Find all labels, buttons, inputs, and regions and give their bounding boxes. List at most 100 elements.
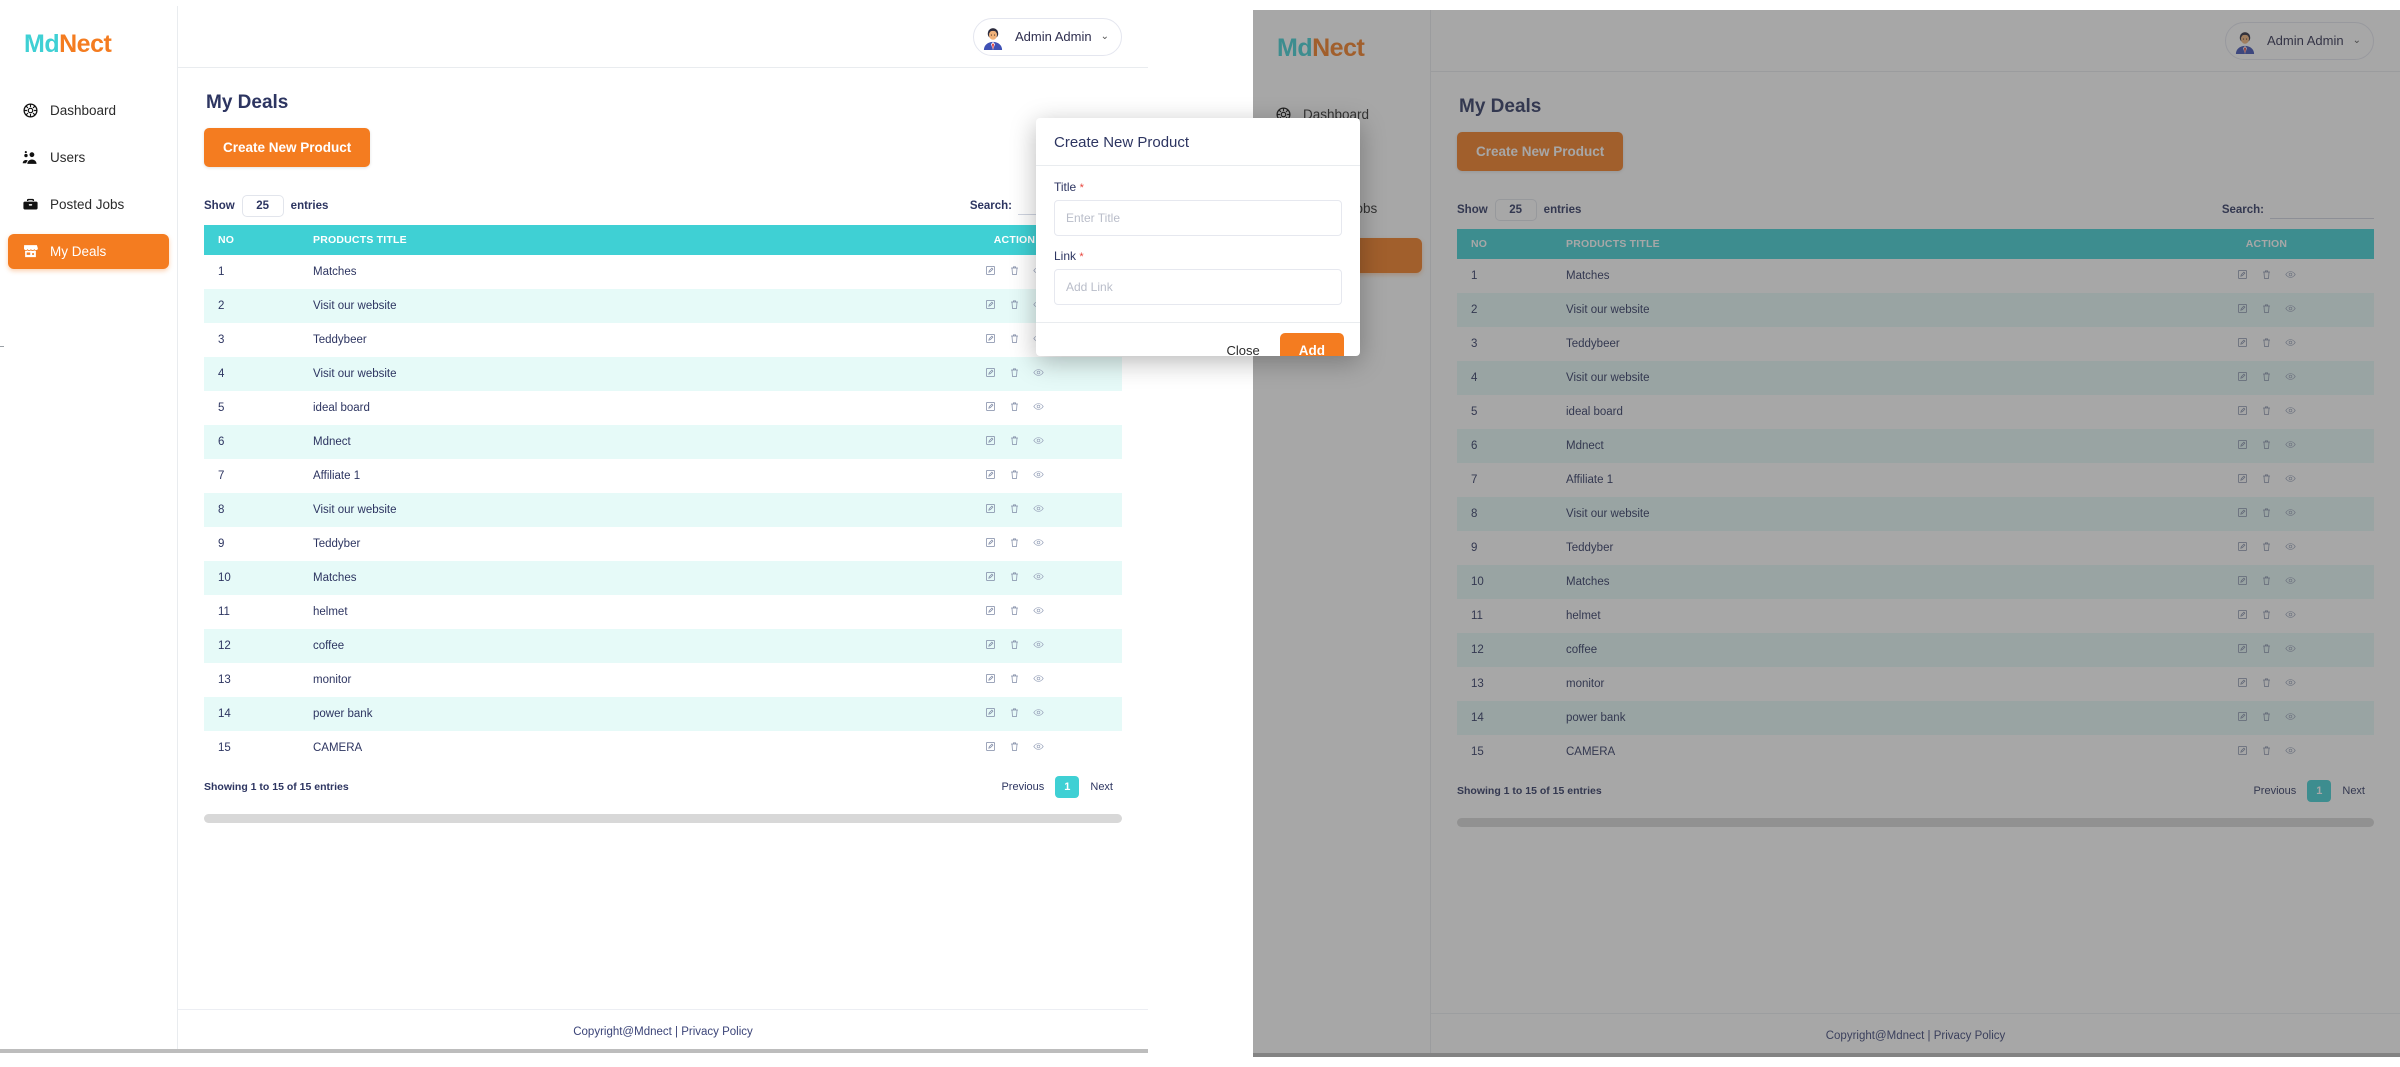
sidebar-item-users[interactable]: Users [8, 140, 169, 175]
pagination-page-1[interactable]: 1 [1055, 776, 1079, 798]
trash-icon[interactable] [1009, 469, 1020, 480]
trash-icon[interactable] [1009, 639, 1020, 650]
trash-icon[interactable] [1009, 537, 1020, 548]
table-row[interactable]: 1Matches [204, 255, 1122, 289]
edit-icon[interactable] [985, 367, 996, 378]
eye-icon[interactable] [1033, 605, 1044, 616]
cell-no: 10 [204, 561, 299, 595]
cell-title: Matches [299, 561, 907, 595]
table-row[interactable]: 14power bank [204, 697, 1122, 731]
column-header-no[interactable]: NO [204, 225, 299, 255]
edit-icon[interactable] [985, 605, 996, 616]
horizontal-scrollbar[interactable] [204, 814, 1122, 823]
table-row[interactable]: 5ideal board [204, 391, 1122, 425]
user-menu[interactable]: Admin Admin ⌄ [973, 18, 1122, 56]
sidebar-nav: Dashboard Users Posted Jobs [0, 93, 177, 269]
brand-logo[interactable]: MdNect [0, 24, 177, 57]
edit-icon[interactable] [985, 469, 996, 480]
pagination-previous[interactable]: Previous [992, 776, 1053, 798]
eye-icon[interactable] [1033, 503, 1044, 514]
edit-icon[interactable] [985, 503, 996, 514]
table-row[interactable]: 6Mdnect [204, 425, 1122, 459]
eye-icon[interactable] [1033, 741, 1044, 752]
trash-icon[interactable] [1009, 367, 1020, 378]
modal-backdrop[interactable] [1253, 10, 2400, 1057]
add-button[interactable]: Add [1280, 333, 1344, 356]
trash-icon[interactable] [1009, 299, 1020, 310]
action-icon-group [985, 401, 1044, 412]
link-input[interactable] [1054, 269, 1342, 305]
cell-no: 2 [204, 289, 299, 323]
eye-icon[interactable] [1033, 401, 1044, 412]
column-header-products-title[interactable]: PRODUCTS TITLE [299, 225, 907, 255]
eye-icon[interactable] [1033, 707, 1044, 718]
sidebar-item-label: Dashboard [50, 103, 116, 118]
sidebar-item-posted-jobs[interactable]: Posted Jobs [8, 187, 169, 222]
close-button[interactable]: Close [1215, 335, 1272, 356]
table-row[interactable]: 13monitor [204, 663, 1122, 697]
edit-icon[interactable] [985, 299, 996, 310]
edit-icon[interactable] [985, 639, 996, 650]
table-row[interactable]: 3Teddybeer [204, 323, 1122, 357]
edit-icon[interactable] [985, 571, 996, 582]
users-icon [22, 149, 39, 166]
trash-icon[interactable] [1009, 401, 1020, 412]
cell-no: 1 [204, 255, 299, 289]
eye-icon[interactable] [1033, 639, 1044, 650]
trash-icon[interactable] [1009, 707, 1020, 718]
edit-icon[interactable] [985, 401, 996, 412]
edit-icon[interactable] [985, 265, 996, 276]
eye-icon[interactable] [1033, 673, 1044, 684]
eye-icon[interactable] [1033, 571, 1044, 582]
pagination-next[interactable]: Next [1081, 776, 1122, 798]
eye-icon[interactable] [1033, 537, 1044, 548]
entries-select[interactable]: 25 [242, 195, 284, 217]
edit-icon[interactable] [985, 741, 996, 752]
edit-icon[interactable] [985, 537, 996, 548]
show-entries-control: Show 25 entries [204, 195, 328, 217]
trash-icon[interactable] [1009, 741, 1020, 752]
create-new-product-button[interactable]: Create New Product [204, 128, 370, 167]
trash-icon[interactable] [1009, 673, 1020, 684]
edit-icon[interactable] [985, 673, 996, 684]
cell-action [907, 391, 1122, 425]
sidebar-item-dashboard[interactable]: Dashboard [8, 93, 169, 128]
sidebar-item-my-deals[interactable]: My Deals [8, 234, 169, 269]
table-row[interactable]: 8Visit our website [204, 493, 1122, 527]
table-row[interactable]: 12coffee [204, 629, 1122, 663]
title-input[interactable] [1054, 200, 1342, 236]
trash-icon[interactable] [1009, 333, 1020, 344]
table-footer: Showing 1 to 15 of 15 entries Previous 1… [204, 776, 1122, 798]
table-row[interactable]: 7Affiliate 1 [204, 459, 1122, 493]
trash-icon[interactable] [1009, 605, 1020, 616]
cell-no: 12 [204, 629, 299, 663]
cell-no: 4 [204, 357, 299, 391]
window-bottom-edge [0, 1049, 1148, 1053]
link-label-text: Link [1054, 249, 1076, 263]
cell-title: power bank [299, 697, 907, 731]
table-row[interactable]: 2Visit our website [204, 289, 1122, 323]
eye-icon[interactable] [1033, 435, 1044, 446]
modal-footer: Close Add [1036, 322, 1360, 356]
eye-icon[interactable] [1033, 469, 1044, 480]
search-label: Search: [970, 200, 1012, 212]
edit-icon[interactable] [985, 333, 996, 344]
cell-action [907, 493, 1122, 527]
footer-copyright-text[interactable]: Copyright@Mdnect | Privacy Policy [573, 1026, 753, 1038]
table-row[interactable]: 9Teddyber [204, 527, 1122, 561]
edit-icon[interactable] [985, 435, 996, 446]
table-row[interactable]: 10Matches [204, 561, 1122, 595]
cell-no: 8 [204, 493, 299, 527]
table-row[interactable]: 4Visit our website [204, 357, 1122, 391]
trash-icon[interactable] [1009, 435, 1020, 446]
eye-icon[interactable] [1033, 367, 1044, 378]
trash-icon[interactable] [1009, 265, 1020, 276]
table-row[interactable]: 15CAMERA [204, 731, 1122, 765]
edit-icon[interactable] [985, 707, 996, 718]
table-row[interactable]: 11helmet [204, 595, 1122, 629]
trash-icon[interactable] [1009, 503, 1020, 514]
page-title: My Deals [206, 92, 1122, 114]
title-label-text: Title [1054, 180, 1076, 194]
trash-icon[interactable] [1009, 571, 1020, 582]
cell-title: CAMERA [299, 731, 907, 765]
